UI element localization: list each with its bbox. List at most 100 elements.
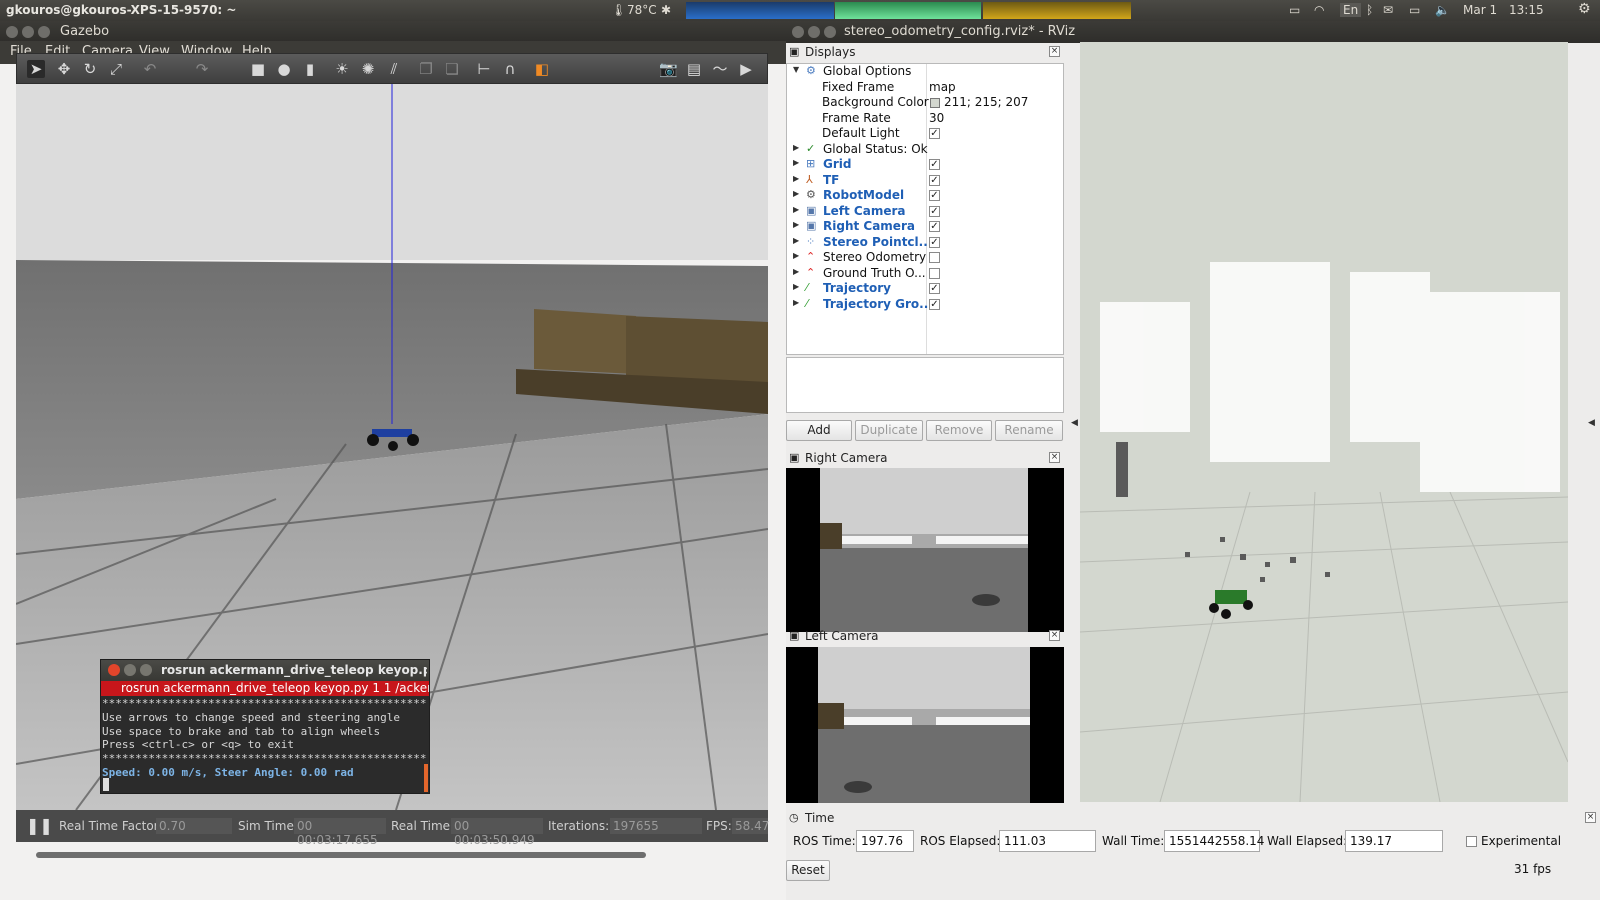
add-button[interactable]: Add: [786, 420, 852, 441]
maximize-icon[interactable]: [140, 664, 152, 676]
display-enabled-checkbox[interactable]: ✓: [929, 236, 940, 248]
expanded-arrow-icon[interactable]: ▼: [793, 65, 799, 74]
default-light-checkbox[interactable]: ✓: [929, 128, 940, 139]
close-icon[interactable]: ×: [1049, 630, 1060, 641]
gazebo-horizontal-scrollbar[interactable]: [36, 852, 646, 858]
mail-icon[interactable]: ✉: [1383, 3, 1393, 17]
minimize-icon[interactable]: [124, 664, 136, 676]
copy-icon[interactable]: ❐: [417, 60, 435, 78]
memory-graph[interactable]: [835, 2, 981, 19]
video-record-icon[interactable]: ▶: [737, 60, 755, 78]
collapsed-arrow-icon[interactable]: ▶: [793, 158, 799, 167]
close-icon[interactable]: ×: [1049, 452, 1060, 463]
collapsed-arrow-icon[interactable]: ▶: [793, 174, 799, 183]
display-enabled-checkbox[interactable]: ✓: [929, 190, 940, 201]
duplicate-button[interactable]: Duplicate: [855, 420, 923, 441]
directional-light-icon[interactable]: ⫽: [385, 60, 403, 78]
display-enabled-checkbox[interactable]: ✓: [929, 205, 940, 217]
paste-icon[interactable]: ❏: [443, 60, 461, 78]
terminal-window[interactable]: rosrun ackermann_drive_teleop keyop.py 1…: [100, 659, 430, 794]
keyboard-layout-indicator[interactable]: En: [1340, 3, 1362, 17]
gazebo-titlebar[interactable]: Gazebo: [0, 21, 787, 43]
collapse-left-icon[interactable]: ◀: [1071, 418, 1078, 428]
terminal-scrollbar[interactable]: [424, 764, 428, 792]
tree-row-fixed-frame[interactable]: Fixed Frame map: [787, 80, 1063, 96]
network-graph[interactable]: [983, 2, 1131, 19]
experimental-checkbox[interactable]: [1466, 836, 1477, 847]
tree-row-display[interactable]: ▶ ⅄ TF ✓: [787, 173, 1063, 189]
tree-row-frame-rate[interactable]: Frame Rate 30: [787, 111, 1063, 127]
align-icon[interactable]: ⊢: [475, 60, 493, 78]
tree-row-display[interactable]: ▶ ⚙ RobotModel ✓: [787, 188, 1063, 204]
collapsed-arrow-icon[interactable]: ▶: [793, 282, 799, 291]
display-enabled-checkbox[interactable]: ✓: [929, 159, 940, 170]
date-label[interactable]: Mar 1: [1463, 3, 1497, 17]
display-enabled-checkbox[interactable]: ✓: [929, 298, 940, 310]
wall-time-field[interactable]: 1551442558.14: [1164, 830, 1264, 852]
battery-icon[interactable]: ▭: [1409, 3, 1420, 17]
volume-icon[interactable]: 🔈: [1435, 3, 1450, 17]
reset-button[interactable]: Reset: [786, 860, 830, 881]
spot-light-icon[interactable]: ✺: [359, 60, 377, 78]
cylinder-shape-icon[interactable]: ▮: [301, 60, 319, 78]
close-icon[interactable]: [6, 26, 18, 38]
display-enabled-checkbox[interactable]: ✓: [929, 221, 940, 232]
slack-icon[interactable]: ✱: [661, 3, 671, 17]
screenshot-icon[interactable]: 📷: [659, 60, 678, 78]
collapsed-arrow-icon[interactable]: ▶: [793, 298, 799, 307]
sphere-shape-icon[interactable]: ●: [275, 60, 293, 78]
collapse-right-icon[interactable]: ◀: [1588, 418, 1595, 428]
undo-icon[interactable]: ↶: [141, 60, 159, 78]
log-icon[interactable]: ▤: [685, 60, 703, 78]
ros-elapsed-field[interactable]: 111.03: [999, 830, 1096, 852]
display-enabled-checkbox[interactable]: [929, 267, 940, 279]
maximize-icon[interactable]: [38, 26, 50, 38]
tree-row-background-color[interactable]: Background Color 211; 215; 207: [787, 95, 1063, 111]
rename-button[interactable]: Rename: [995, 420, 1063, 441]
wall-elapsed-field[interactable]: 139.17: [1345, 830, 1443, 852]
box-shape-icon[interactable]: ■: [249, 60, 267, 78]
collapsed-arrow-icon[interactable]: ▶: [793, 220, 799, 229]
tree-row-display[interactable]: ▶ ⌃ Ground Truth O...: [787, 266, 1063, 282]
collapsed-arrow-icon[interactable]: ▶: [793, 189, 799, 198]
terminal-tab[interactable]: rosrun ackermann_drive_teleop keyop.py 1…: [101, 681, 429, 696]
rviz-3d-view[interactable]: [1080, 42, 1568, 802]
rotate-mode-icon[interactable]: ↻: [81, 60, 99, 78]
wifi-icon[interactable]: ◠: [1314, 3, 1324, 17]
snap-icon[interactable]: ∩: [501, 60, 519, 78]
tree-row-display[interactable]: ▶ ⁄ Trajectory ✓: [787, 281, 1063, 297]
display-enabled-checkbox[interactable]: ✓: [929, 174, 940, 186]
display-enabled-checkbox[interactable]: ✓: [929, 283, 940, 294]
rviz-titlebar[interactable]: stereo_odometry_config.rviz* - RViz: [786, 21, 1600, 43]
close-icon[interactable]: ×: [1585, 812, 1596, 823]
scale-mode-icon[interactable]: ⤢: [107, 60, 125, 78]
collapsed-arrow-icon[interactable]: ▶: [793, 143, 799, 152]
tree-row-display[interactable]: ▶ ⊞ Grid ✓: [787, 157, 1063, 173]
tree-row-display[interactable]: ▶ ✓ Global Status: Ok: [787, 142, 1063, 158]
select-mode-icon[interactable]: ➤: [27, 60, 45, 78]
translate-mode-icon[interactable]: ✥: [55, 60, 73, 78]
frame-rate-value[interactable]: 30: [929, 111, 944, 125]
bluetooth-icon[interactable]: ᛒ: [1366, 3, 1373, 17]
display-enabled-checkbox[interactable]: [929, 252, 940, 263]
maximize-icon[interactable]: [824, 26, 836, 38]
close-icon[interactable]: [792, 26, 804, 38]
ros-time-field[interactable]: 197.76: [856, 830, 914, 852]
terminal-titlebar[interactable]: rosrun ackermann_drive_teleop keyop.py 1…: [101, 660, 429, 681]
temperature-indicator[interactable]: 78°C: [627, 3, 657, 17]
tree-row-display[interactable]: ▶ ⌃ Stereo Odometry: [787, 250, 1063, 266]
redo-icon[interactable]: ↷: [193, 60, 211, 78]
tree-row-display[interactable]: ▶ ▣ Left Camera ✓: [787, 204, 1063, 220]
tree-row-default-light[interactable]: Default Light ✓: [787, 126, 1063, 142]
fixed-frame-value[interactable]: map: [929, 80, 956, 94]
tree-row-display[interactable]: ▶ ⁄ Trajectory Gro... ✓: [787, 297, 1063, 313]
minimize-icon[interactable]: [808, 26, 820, 38]
view-angle-icon[interactable]: ◧: [533, 60, 551, 78]
collapsed-arrow-icon[interactable]: ▶: [793, 267, 799, 276]
tree-row-display[interactable]: ▶ ▣ Right Camera ✓: [787, 219, 1063, 235]
collapsed-arrow-icon[interactable]: ▶: [793, 251, 799, 260]
collapsed-arrow-icon[interactable]: ▶: [793, 205, 799, 214]
plot-icon[interactable]: 〜: [711, 60, 729, 78]
tree-row-display[interactable]: ▶ ⁘ Stereo Pointcl... ✓: [787, 235, 1063, 251]
screen-icon[interactable]: ▭: [1289, 3, 1300, 17]
